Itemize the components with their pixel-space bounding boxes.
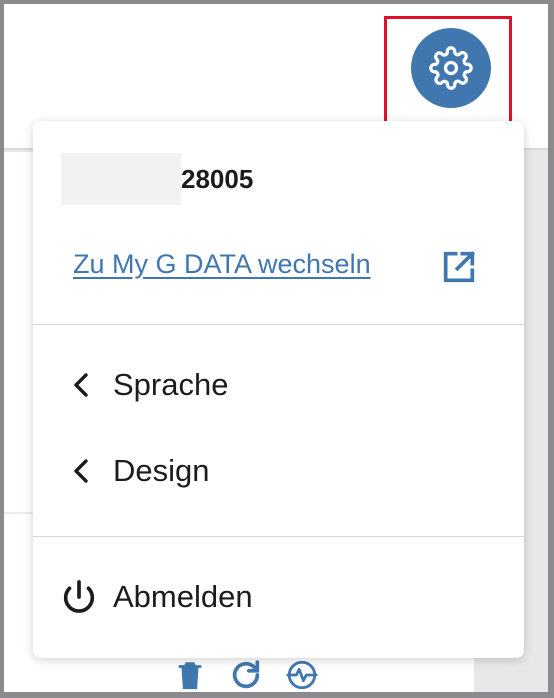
settings-menu: 28005 Zu My G DATA wechseln Sprache Desi… (33, 121, 524, 658)
refresh-icon[interactable] (228, 658, 264, 692)
switch-to-my-gdata-link[interactable]: Zu My G DATA wechseln (73, 249, 371, 280)
power-icon (59, 577, 99, 617)
trash-icon[interactable] (172, 658, 208, 692)
settings-button[interactable] (411, 28, 491, 108)
menu-divider (33, 536, 524, 537)
chevron-left-icon (69, 370, 93, 400)
external-link-icon[interactable] (439, 247, 479, 287)
menu-divider (33, 324, 524, 325)
gear-icon (429, 46, 473, 90)
logout-label: Abmelden (113, 579, 253, 614)
account-redacted-block (61, 153, 181, 205)
menu-item-label: Design (113, 453, 210, 488)
activity-icon[interactable] (284, 658, 320, 692)
account-number: 28005 (181, 163, 254, 194)
logout-button[interactable]: Abmelden (59, 577, 253, 617)
account-info: 28005 (61, 153, 253, 205)
chevron-left-icon (69, 456, 93, 486)
menu-item-label: Sprache (113, 367, 229, 402)
menu-item-design[interactable]: Design (69, 453, 210, 489)
menu-item-sprache[interactable]: Sprache (69, 367, 228, 403)
toolbar-icons (172, 658, 320, 692)
